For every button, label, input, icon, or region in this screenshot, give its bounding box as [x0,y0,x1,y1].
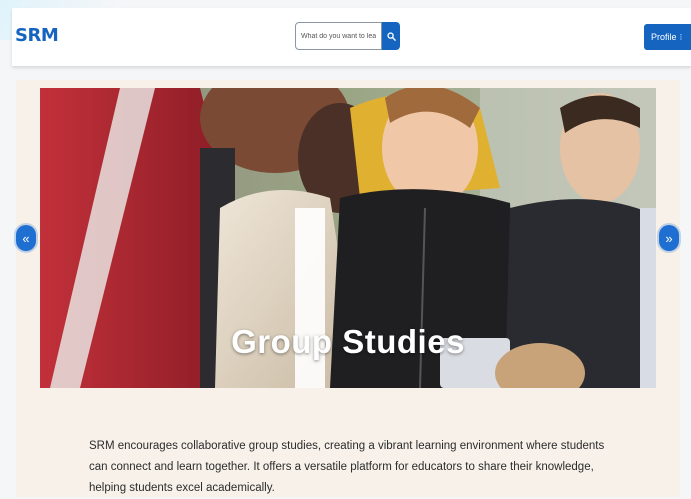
carousel-prev-button[interactable]: « [16,225,36,251]
carousel-slide[interactable]: Group Studies [40,88,656,388]
search-button[interactable] [382,22,400,50]
profile-label: Profile [651,32,677,42]
profile-button[interactable]: Profile ⁝ [644,24,691,50]
chevrons-right-icon: » [665,230,673,246]
chevrons-left-icon: « [22,230,30,246]
slide-description: SRM encourages collaborative group studi… [89,439,605,494]
kebab-menu-icon: ⁝ [679,31,683,42]
search-bar [295,22,400,50]
search-input[interactable] [295,22,382,50]
slide-caption: Group Studies [231,323,465,360]
top-navbar: SRM Profile ⁝ [12,8,691,66]
brand-logo[interactable]: SRM [15,25,59,46]
carousel-next-button[interactable]: » [659,225,679,251]
search-icon [386,31,396,41]
